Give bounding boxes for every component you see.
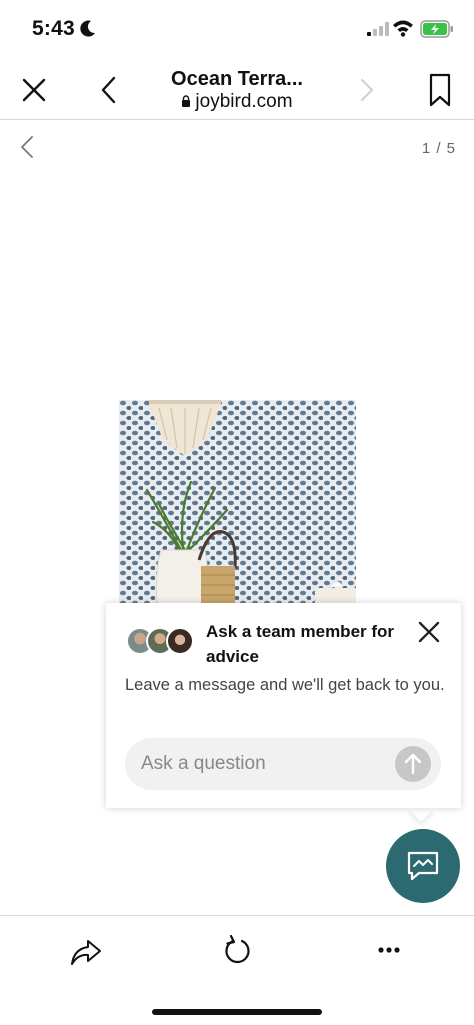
share-icon[interactable] [68, 934, 104, 970]
bookmark-icon[interactable] [422, 72, 458, 108]
chevron-left-icon[interactable] [16, 134, 40, 160]
battery-icon [420, 20, 453, 38]
url-text: joybird.com [195, 91, 293, 112]
moon-icon [80, 20, 95, 37]
signal-icon [367, 22, 389, 36]
send-arrow-icon [404, 753, 422, 775]
avatar-group [126, 627, 198, 657]
status-bar: 5:43 [0, 0, 474, 60]
wifi-icon [393, 20, 413, 37]
status-time: 5:43 [32, 17, 75, 40]
ask-question-input[interactable] [125, 738, 441, 790]
more-icon[interactable] [372, 938, 406, 962]
reload-icon[interactable] [220, 934, 254, 968]
gallery-counter: 1 / 5 [421, 140, 456, 157]
avatar [166, 627, 194, 655]
chat-popup: Ask a team member for advice Leave a mes… [106, 603, 461, 808]
close-icon[interactable] [18, 74, 50, 106]
chat-button[interactable] [386, 829, 460, 903]
page-url[interactable]: joybird.com [140, 91, 334, 113]
close-icon[interactable] [416, 619, 442, 645]
bottom-toolbar [0, 915, 474, 1025]
chat-heading: Ask a team member for advice [206, 622, 395, 666]
send-button[interactable] [395, 746, 431, 782]
page-title: Ocean Terra... [171, 68, 303, 90]
chat-subtext: Leave a message and we'll get back to yo… [125, 676, 445, 694]
forward-arrow-icon[interactable] [350, 74, 382, 106]
home-indicator [152, 1009, 322, 1015]
lock-icon [182, 95, 191, 107]
back-arrow-icon[interactable] [94, 74, 126, 106]
browser-toolbar: Ocean Terra... joybird.com [0, 60, 474, 120]
wallpaper-photo [119, 400, 356, 605]
product-image[interactable] [119, 400, 356, 605]
chat-bubble-icon [407, 851, 439, 881]
